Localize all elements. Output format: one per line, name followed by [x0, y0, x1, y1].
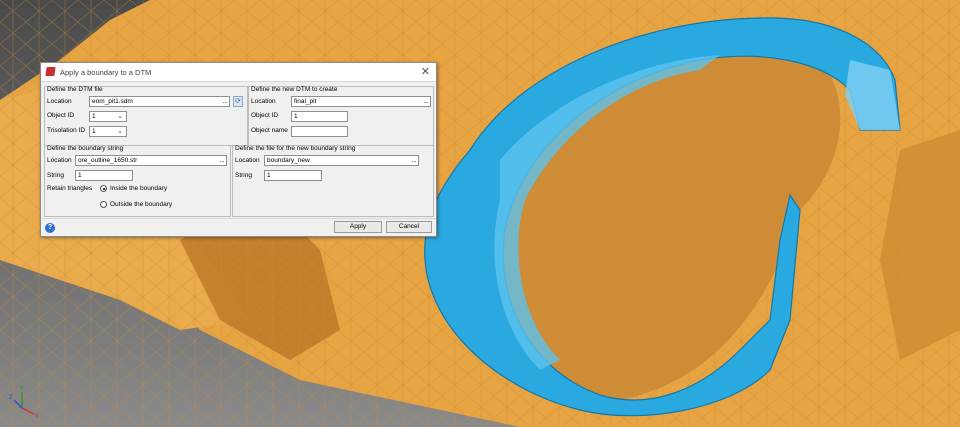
boundary-string-group-title: Define the boundary string — [47, 145, 124, 152]
axis-label-x: X — [35, 414, 39, 420]
dtm-file-group: Define the DTM file Location eom_pit1.sd… — [44, 86, 248, 146]
dtm-location-input[interactable]: eom_pit1.sdm ... — [89, 96, 230, 107]
dtm-trisolation-select[interactable]: 1 ⌄ — [89, 126, 127, 137]
outside-boundary-label[interactable]: Outside the boundary — [110, 201, 172, 208]
retain-triangles-label: Retain triangles — [47, 185, 93, 192]
new-boundary-group-title: Define the file for the new boundary str… — [235, 145, 356, 152]
inside-boundary-radio[interactable] — [100, 185, 107, 192]
boundary-location-label: Location — [47, 157, 72, 164]
new-dtm-location-input[interactable]: final_pit ... — [291, 96, 431, 107]
inside-boundary-label[interactable]: Inside the boundary — [110, 185, 167, 192]
outside-boundary-radio[interactable] — [100, 201, 107, 208]
dtm-location-label: Location — [47, 98, 72, 105]
boundary-string-group: Define the boundary string Location ore_… — [44, 145, 231, 217]
close-icon[interactable]: ✕ — [421, 65, 430, 78]
apply-boundary-dialog: Apply a boundary to a DTM ✕ Define the D… — [40, 62, 437, 237]
dtm-trisolation-value: 1 — [92, 128, 96, 135]
dtm-object-id-label: Object ID — [47, 112, 75, 119]
boundary-string-input[interactable]: 1 — [75, 170, 133, 181]
app-icon — [45, 67, 56, 76]
dtm-object-id-value: 1 — [92, 113, 96, 120]
new-boundary-string-value: 1 — [267, 172, 271, 179]
new-dtm-object-id-input[interactable]: 1 — [291, 111, 348, 122]
new-boundary-location-input[interactable]: boundary_new ... — [264, 155, 419, 166]
new-dtm-location-value: final_pit — [294, 98, 317, 105]
boundary-string-value: 1 — [78, 172, 82, 179]
boundary-location-value: ore_outline_1650.str — [78, 157, 138, 164]
dtm-file-group-title: Define the DTM file — [47, 86, 103, 93]
new-dtm-object-id-value: 1 — [294, 113, 298, 120]
cancel-button[interactable]: Cancel — [386, 221, 432, 233]
refresh-icon[interactable]: ⟳ — [233, 96, 243, 107]
dtm-location-value: eom_pit1.sdm — [92, 98, 133, 105]
new-boundary-location-value: boundary_new — [267, 157, 310, 164]
dtm-object-id-select[interactable]: 1 ⌄ — [89, 111, 127, 122]
new-boundary-string-group: Define the file for the new boundary str… — [232, 145, 434, 217]
axis-label-z: Z — [9, 395, 13, 401]
new-boundary-location-browse-button[interactable]: ... — [412, 156, 417, 165]
new-dtm-location-browse-button[interactable]: ... — [424, 97, 429, 106]
dtm-trisolation-label: Trisolation ID — [47, 127, 86, 134]
boundary-location-input[interactable]: ore_outline_1650.str ... — [75, 155, 227, 166]
axis-label-y: Y — [20, 386, 24, 392]
chevron-down-icon: ⌄ — [117, 113, 123, 120]
new-boundary-string-input[interactable]: 1 — [264, 170, 322, 181]
new-dtm-object-id-label: Object ID — [251, 112, 279, 119]
help-icon[interactable]: ? — [45, 223, 55, 233]
boundary-location-browse-button[interactable]: ... — [220, 156, 225, 165]
new-dtm-location-label: Location — [251, 98, 276, 105]
new-dtm-object-name-label: Object name — [251, 127, 288, 134]
new-dtm-group: Define the new DTM to create Location fi… — [248, 86, 434, 146]
dialog-titlebar[interactable]: Apply a boundary to a DTM ✕ — [41, 63, 436, 82]
new-dtm-object-name-input[interactable] — [291, 126, 348, 137]
dtm-location-browse-button[interactable]: ... — [223, 97, 228, 106]
new-boundary-location-label: Location — [235, 157, 260, 164]
new-boundary-string-label: String — [235, 172, 252, 179]
new-dtm-group-title: Define the new DTM to create — [251, 86, 338, 93]
boundary-string-label: String — [47, 172, 64, 179]
dialog-title: Apply a boundary to a DTM — [60, 68, 152, 77]
chevron-down-icon: ⌄ — [117, 128, 123, 135]
apply-button[interactable]: Apply — [334, 221, 382, 233]
